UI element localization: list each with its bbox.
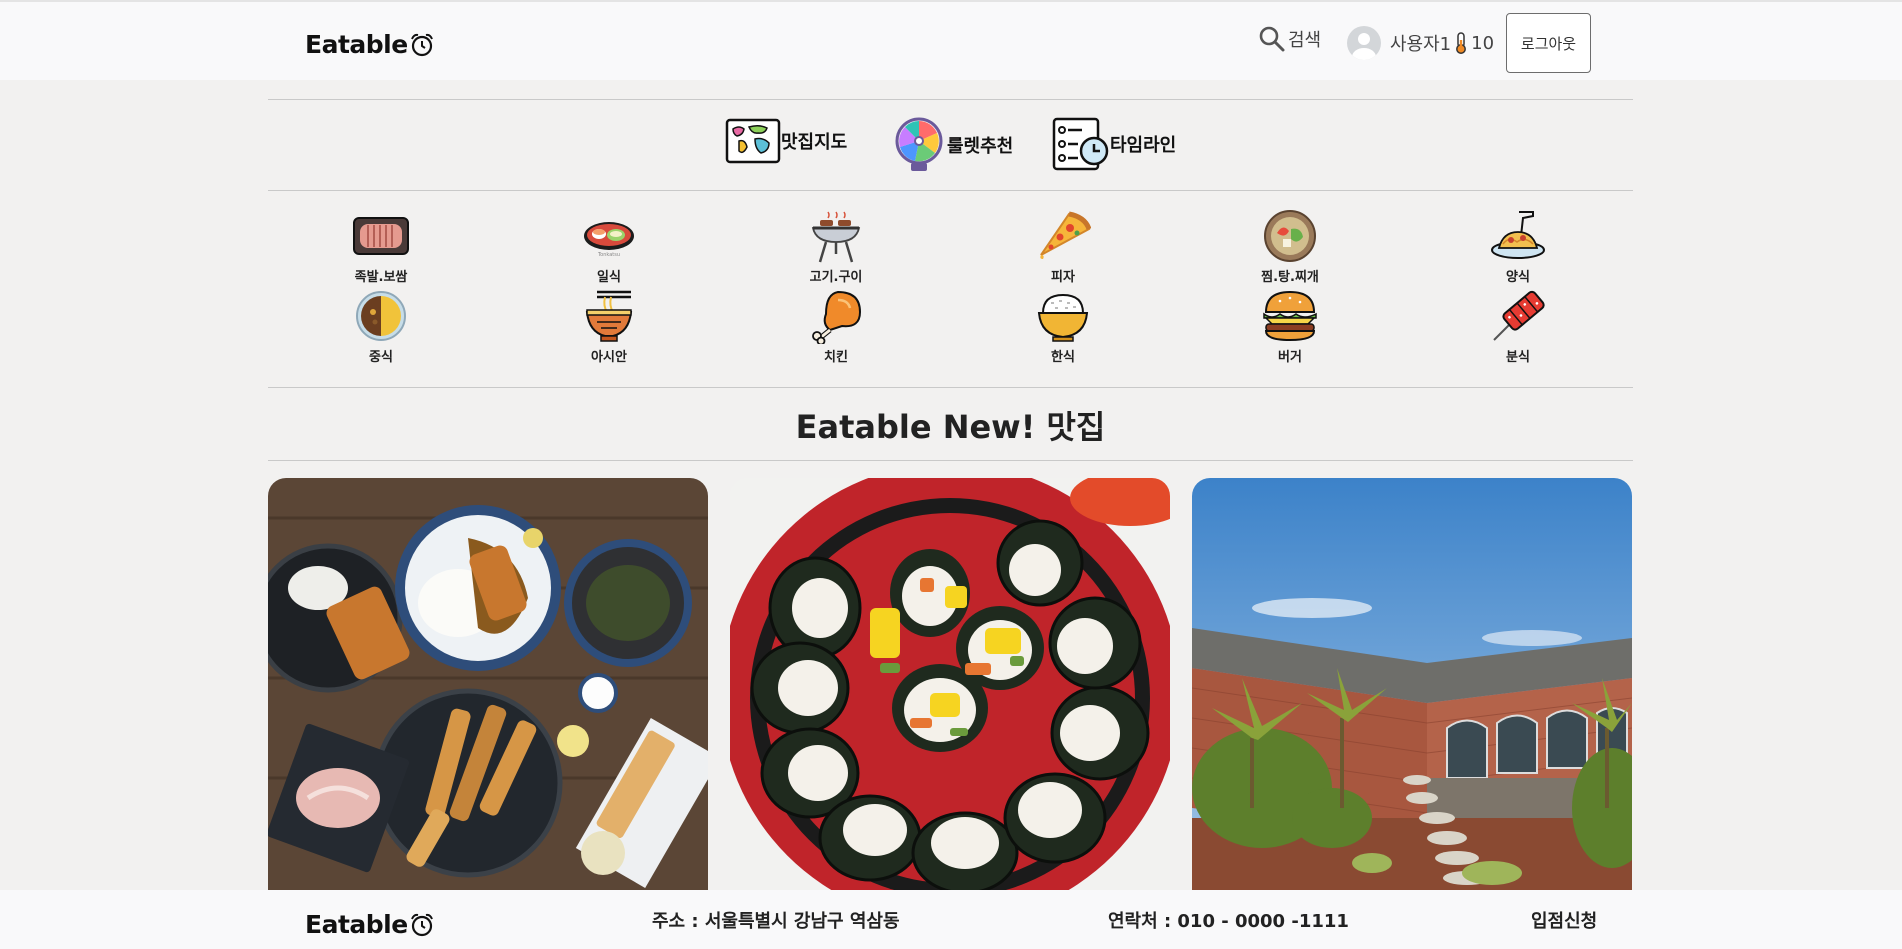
stew-icon	[1264, 210, 1316, 262]
pizza-icon	[1040, 211, 1091, 259]
divider	[268, 460, 1633, 461]
category-label: 피자	[1051, 270, 1075, 285]
tteokbokki-icon	[1493, 290, 1545, 341]
category-label: 중식	[369, 350, 393, 365]
chicken-icon	[812, 290, 862, 344]
divider	[268, 99, 1633, 100]
burger-icon	[1263, 290, 1317, 342]
thermometer-icon	[1456, 32, 1467, 54]
category-label: 치킨	[824, 350, 848, 365]
curry-icon	[356, 291, 406, 341]
footer-contact: 연락처 : 010 - 0000 -1111	[1108, 911, 1349, 932]
timeline-icon	[1052, 117, 1109, 171]
category-western[interactable]: 양식	[1448, 208, 1588, 285]
search-button[interactable]: 검색	[1258, 25, 1321, 53]
category-label: 찜.탕.찌개	[1261, 270, 1319, 285]
footer: Eatable 주소 : 서울특별시 강남구 역삼동 연락처 : 010 - 0…	[0, 890, 1902, 949]
user-name: 사용자1	[1390, 34, 1452, 55]
restaurant-card[interactable]	[1192, 478, 1632, 890]
pork-icon	[353, 217, 409, 255]
quick-menu-label: 맛집지도	[781, 132, 848, 153]
noodle-icon	[585, 290, 633, 342]
apply-link[interactable]: 입점신청	[1531, 907, 1597, 933]
restaurant-photo-exterior	[1192, 478, 1632, 890]
avatar	[1347, 26, 1381, 60]
category-korean[interactable]: 한식	[993, 288, 1133, 365]
category-label: 양식	[1506, 270, 1530, 285]
section-title: Eatable New! 맛집	[795, 408, 1106, 446]
quick-menu-roulette[interactable]: 룰렛추천	[893, 117, 1013, 173]
logout-button[interactable]: 로그아웃	[1506, 13, 1591, 73]
category-label: 아시안	[591, 350, 627, 365]
logo-text: Eatable	[305, 30, 408, 59]
quick-menu-map[interactable]: 맛집지도	[725, 117, 847, 165]
category-label: 족발.보쌈	[354, 270, 408, 285]
grill-icon	[811, 211, 861, 263]
alarm-clock-icon	[410, 913, 433, 936]
restaurant-photo-kimbap	[730, 478, 1170, 890]
roulette-icon	[895, 117, 943, 171]
category-label: 버거	[1278, 350, 1302, 365]
category-label: 한식	[1051, 350, 1075, 365]
category-asian[interactable]: 아시안	[539, 288, 679, 365]
footer-address: 주소 : 서울특별시 강남구 역삼동	[652, 911, 900, 932]
alarm-clock-icon	[410, 33, 433, 56]
search-icon	[1259, 26, 1285, 52]
divider	[268, 190, 1633, 191]
category-japanese[interactable]: Tonkatsu 일식	[539, 208, 679, 285]
footer-logo[interactable]: Eatable	[305, 910, 435, 939]
restaurant-card[interactable]	[730, 478, 1170, 890]
category-pork[interactable]: 족발.보쌈	[311, 208, 451, 285]
rice-icon	[1037, 293, 1089, 342]
user-temperature: 10	[1471, 32, 1495, 54]
category-burger[interactable]: 버거	[1220, 288, 1360, 365]
restaurant-card[interactable]	[268, 478, 708, 890]
svg-text:Tonkatsu: Tonkatsu	[597, 252, 620, 258]
top-header: Eatable 검색 사용자1 10 로그아웃	[0, 0, 1902, 80]
quick-menu-timeline[interactable]: 타임라인	[1052, 117, 1176, 171]
category-pizza[interactable]: 피자	[993, 208, 1133, 285]
map-icon	[725, 118, 781, 164]
category-chicken[interactable]: 치킨	[766, 288, 906, 365]
header-logo[interactable]: Eatable	[305, 30, 435, 59]
restaurant-photo-tonkatsu	[268, 478, 708, 890]
category-label: 일식	[597, 270, 621, 285]
quick-menu-label: 타임라인	[1110, 135, 1177, 156]
sushi-icon: Tonkatsu	[584, 222, 634, 258]
category-snack[interactable]: 분식	[1448, 288, 1588, 365]
pasta-icon	[1491, 211, 1545, 259]
category-stew[interactable]: 찜.탕.찌개	[1220, 208, 1360, 285]
category-chinese[interactable]: 중식	[311, 288, 451, 365]
category-label: 분식	[1506, 350, 1530, 365]
user-profile[interactable]: 사용자1 10	[1347, 26, 1494, 60]
logo-text: Eatable	[305, 910, 408, 939]
category-label: 고기.구이	[809, 270, 863, 285]
category-meat[interactable]: 고기.구이	[766, 208, 906, 285]
search-label: 검색	[1288, 30, 1322, 51]
divider	[268, 387, 1633, 388]
quick-menu-label: 룰렛추천	[947, 136, 1014, 157]
